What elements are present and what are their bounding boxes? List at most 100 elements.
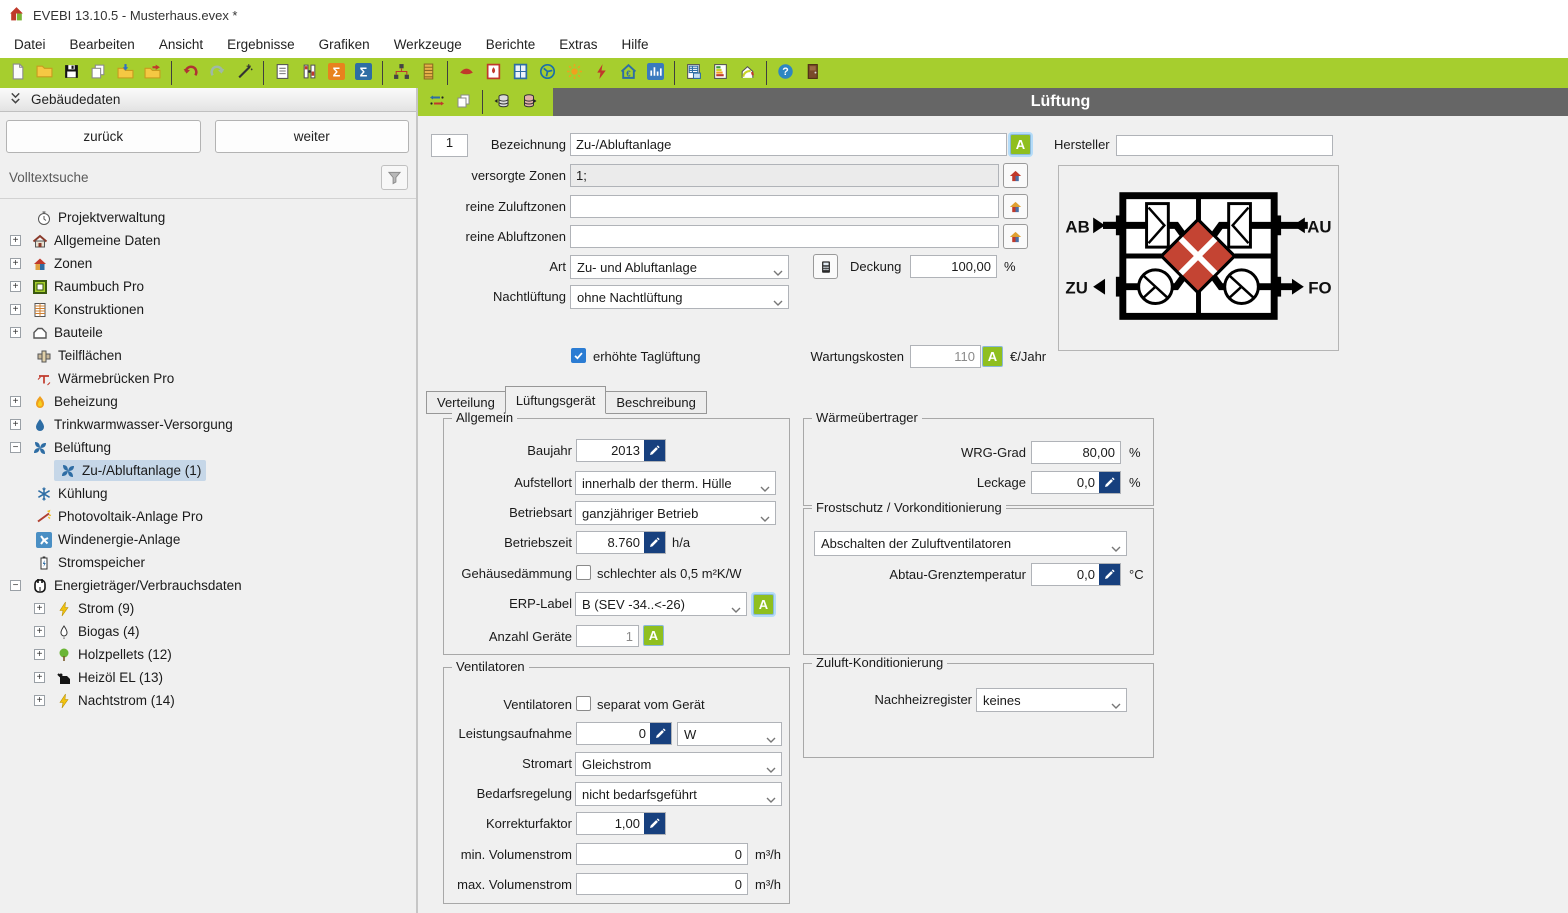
wrg-grad-input[interactable] — [1031, 441, 1121, 464]
tree-item-core[interactable]: Teilflächen — [30, 345, 127, 366]
fan-blue-button[interactable] — [534, 60, 561, 86]
tree-item-core[interactable]: Heizöl EL (13) — [50, 667, 168, 688]
copy-button[interactable] — [450, 89, 477, 115]
flowchart-button[interactable] — [388, 60, 415, 86]
stromart-select[interactable]: Gleichstrom — [575, 752, 782, 776]
tree-item-zu-abluftanlage-1[interactable]: Zu-/Abluftanlage (1) — [0, 459, 416, 482]
report-table-button[interactable] — [680, 60, 707, 86]
tree-item-teilflächen[interactable]: Teilflächen — [0, 344, 416, 367]
tree-item-core[interactable]: Trinkwarmwasser-Versorgung — [26, 414, 238, 435]
tree-expander-plus-icon[interactable]: + — [34, 695, 45, 706]
tree-item-core[interactable]: Windenergie-Anlage — [30, 529, 185, 550]
tree-item-core[interactable]: Belüftung — [26, 437, 116, 458]
tree-expander-plus-icon[interactable]: + — [10, 419, 21, 430]
max-volumenstrom-input[interactable] — [576, 873, 748, 895]
tree-expander-plus-icon[interactable]: + — [10, 327, 21, 338]
betriebszeit-input[interactable] — [577, 532, 644, 553]
betriebszeit-edit-button[interactable] — [644, 532, 665, 553]
tree-item-energieträger-verbrauchsdaten[interactable]: −Energieträger/Verbrauchsdaten — [0, 574, 416, 597]
deckung-input[interactable] — [910, 255, 997, 278]
energy-pass-button[interactable] — [734, 60, 761, 86]
tree-item-nachtstrom-14[interactable]: +Nachtstrom (14) — [0, 689, 416, 712]
deckung-calculator-button[interactable] — [813, 254, 838, 279]
anzahl-geraete-input[interactable] — [576, 625, 639, 647]
menu-ansicht[interactable]: Ansicht — [147, 33, 215, 56]
heat-label-button[interactable] — [480, 60, 507, 86]
tree-item-bauteile[interactable]: + Bauteile — [0, 321, 416, 344]
wizard-button[interactable] — [231, 60, 258, 86]
tree-expander-plus-icon[interactable]: + — [10, 281, 21, 292]
hersteller-input[interactable] — [1116, 135, 1333, 156]
tree-item-beheizung[interactable]: + Beheizung — [0, 390, 416, 413]
tree-selected-item[interactable]: Zu-/Abluftanlage (1) — [54, 460, 206, 481]
leckage-input[interactable] — [1032, 472, 1099, 493]
leistungsaufnahme-edit-button[interactable] — [650, 723, 671, 744]
undo-button[interactable] — [177, 60, 204, 86]
sigma-orange-button[interactable]: Σ — [323, 60, 350, 86]
tree-item-core[interactable]: Kühlung — [30, 483, 113, 504]
reine-abluftzonen-picker-button[interactable] — [1003, 224, 1028, 249]
tree-item-heizöl-el-13[interactable]: + Heizöl EL (13) — [0, 666, 416, 689]
tree-expander-minus-icon[interactable]: − — [10, 442, 21, 453]
anzahl-auto-button[interactable]: A — [643, 625, 664, 646]
art-select[interactable]: Zu- und Abluftanlage — [570, 255, 789, 279]
next-button[interactable]: weiter — [215, 120, 410, 153]
abtau-input[interactable] — [1032, 564, 1099, 585]
menu-ergebnisse[interactable]: Ergebnisse — [215, 33, 307, 56]
leistungsaufnahme-input[interactable] — [577, 723, 650, 744]
menu-bearbeiten[interactable]: Bearbeiten — [58, 33, 147, 56]
tab-beschreibung[interactable]: Beschreibung — [605, 391, 707, 414]
tree-item-konstruktionen[interactable]: +Konstruktionen — [0, 298, 416, 321]
tree-item-belüftung[interactable]: −Belüftung — [0, 436, 416, 459]
leckage-edit-button[interactable] — [1099, 472, 1120, 493]
erp-label-select[interactable]: B (SEV -34..<-26) — [575, 592, 747, 616]
filter-button[interactable] — [381, 165, 408, 190]
import-folder-button[interactable] — [112, 60, 139, 86]
bolt-red-button[interactable] — [588, 60, 615, 86]
tree-item-photovoltaik-anlage-pro[interactable]: Photovoltaik-Anlage Pro — [0, 505, 416, 528]
leistung-unit-select[interactable]: W — [677, 722, 782, 746]
tree-item-kühlung[interactable]: Kühlung — [0, 482, 416, 505]
reine-zuluftzonen-input[interactable] — [570, 195, 999, 218]
back-button[interactable]: zurück — [6, 120, 201, 153]
tree-item-biogas-4[interactable]: + Biogas (4) — [0, 620, 416, 643]
tree-item-zonen[interactable]: +Zonen — [0, 252, 416, 275]
tree-item-core[interactable]: Beheizung — [26, 391, 123, 412]
tree-item-core[interactable]: Allgemeine Daten — [26, 230, 166, 251]
nachheizregister-select[interactable]: keines — [976, 688, 1127, 712]
tree-item-raumbuch-pro[interactable]: + Raumbuch Pro — [0, 275, 416, 298]
tree-item-core[interactable]: Strom (9) — [50, 598, 139, 619]
roof-red-button[interactable] — [453, 60, 480, 86]
tree-item-allgemeine-daten[interactable]: +Allgemeine Daten — [0, 229, 416, 252]
versorgte-zonen-input[interactable] — [570, 164, 999, 187]
open-folder-button[interactable] — [31, 60, 58, 86]
energy-label-button[interactable] — [707, 60, 734, 86]
aufstellort-select[interactable]: innerhalb der therm. Hülle — [575, 471, 776, 495]
bezeichnung-input[interactable] — [570, 133, 1007, 156]
min-volumenstrom-input[interactable] — [576, 843, 748, 865]
copy-button[interactable] — [85, 60, 112, 86]
reine-zuluftzonen-picker-button[interactable] — [1003, 194, 1028, 219]
versorgte-zonen-picker-button[interactable] — [1003, 163, 1028, 188]
tree-item-holzpellets-12[interactable]: +Holzpellets (12) — [0, 643, 416, 666]
menu-extras[interactable]: Extras — [547, 33, 609, 56]
tab-lüftungsgerät[interactable]: Lüftungsgerät — [505, 386, 607, 414]
db-import-button[interactable] — [488, 89, 515, 115]
tree-item-core[interactable]: Bauteile — [26, 322, 108, 343]
tree-item-strom-9[interactable]: + Strom (9) — [0, 597, 416, 620]
tree-item-core[interactable]: Biogas (4) — [50, 621, 145, 642]
export-folder-button[interactable] — [139, 60, 166, 86]
tree-expander-plus-icon[interactable]: + — [34, 626, 45, 637]
tree-expander-plus-icon[interactable]: + — [10, 396, 21, 407]
stats-blue-button[interactable] — [642, 60, 669, 86]
tree-expander-plus-icon[interactable]: + — [34, 603, 45, 614]
bezeichnung-auto-button[interactable]: A — [1010, 134, 1031, 155]
tree-expander-plus-icon[interactable]: + — [34, 672, 45, 683]
tree-expander-plus-icon[interactable]: + — [34, 649, 45, 660]
exit-door-button[interactable] — [799, 60, 826, 86]
tree-item-projektverwaltung[interactable]: Projektverwaltung — [0, 206, 416, 229]
baujahr-edit-button[interactable] — [644, 440, 665, 461]
tree-item-core[interactable]: Raumbuch Pro — [26, 276, 149, 297]
frostschutz-select[interactable]: Abschalten der Zuluftventilatoren — [814, 531, 1127, 556]
db-export-button[interactable] — [515, 89, 542, 115]
